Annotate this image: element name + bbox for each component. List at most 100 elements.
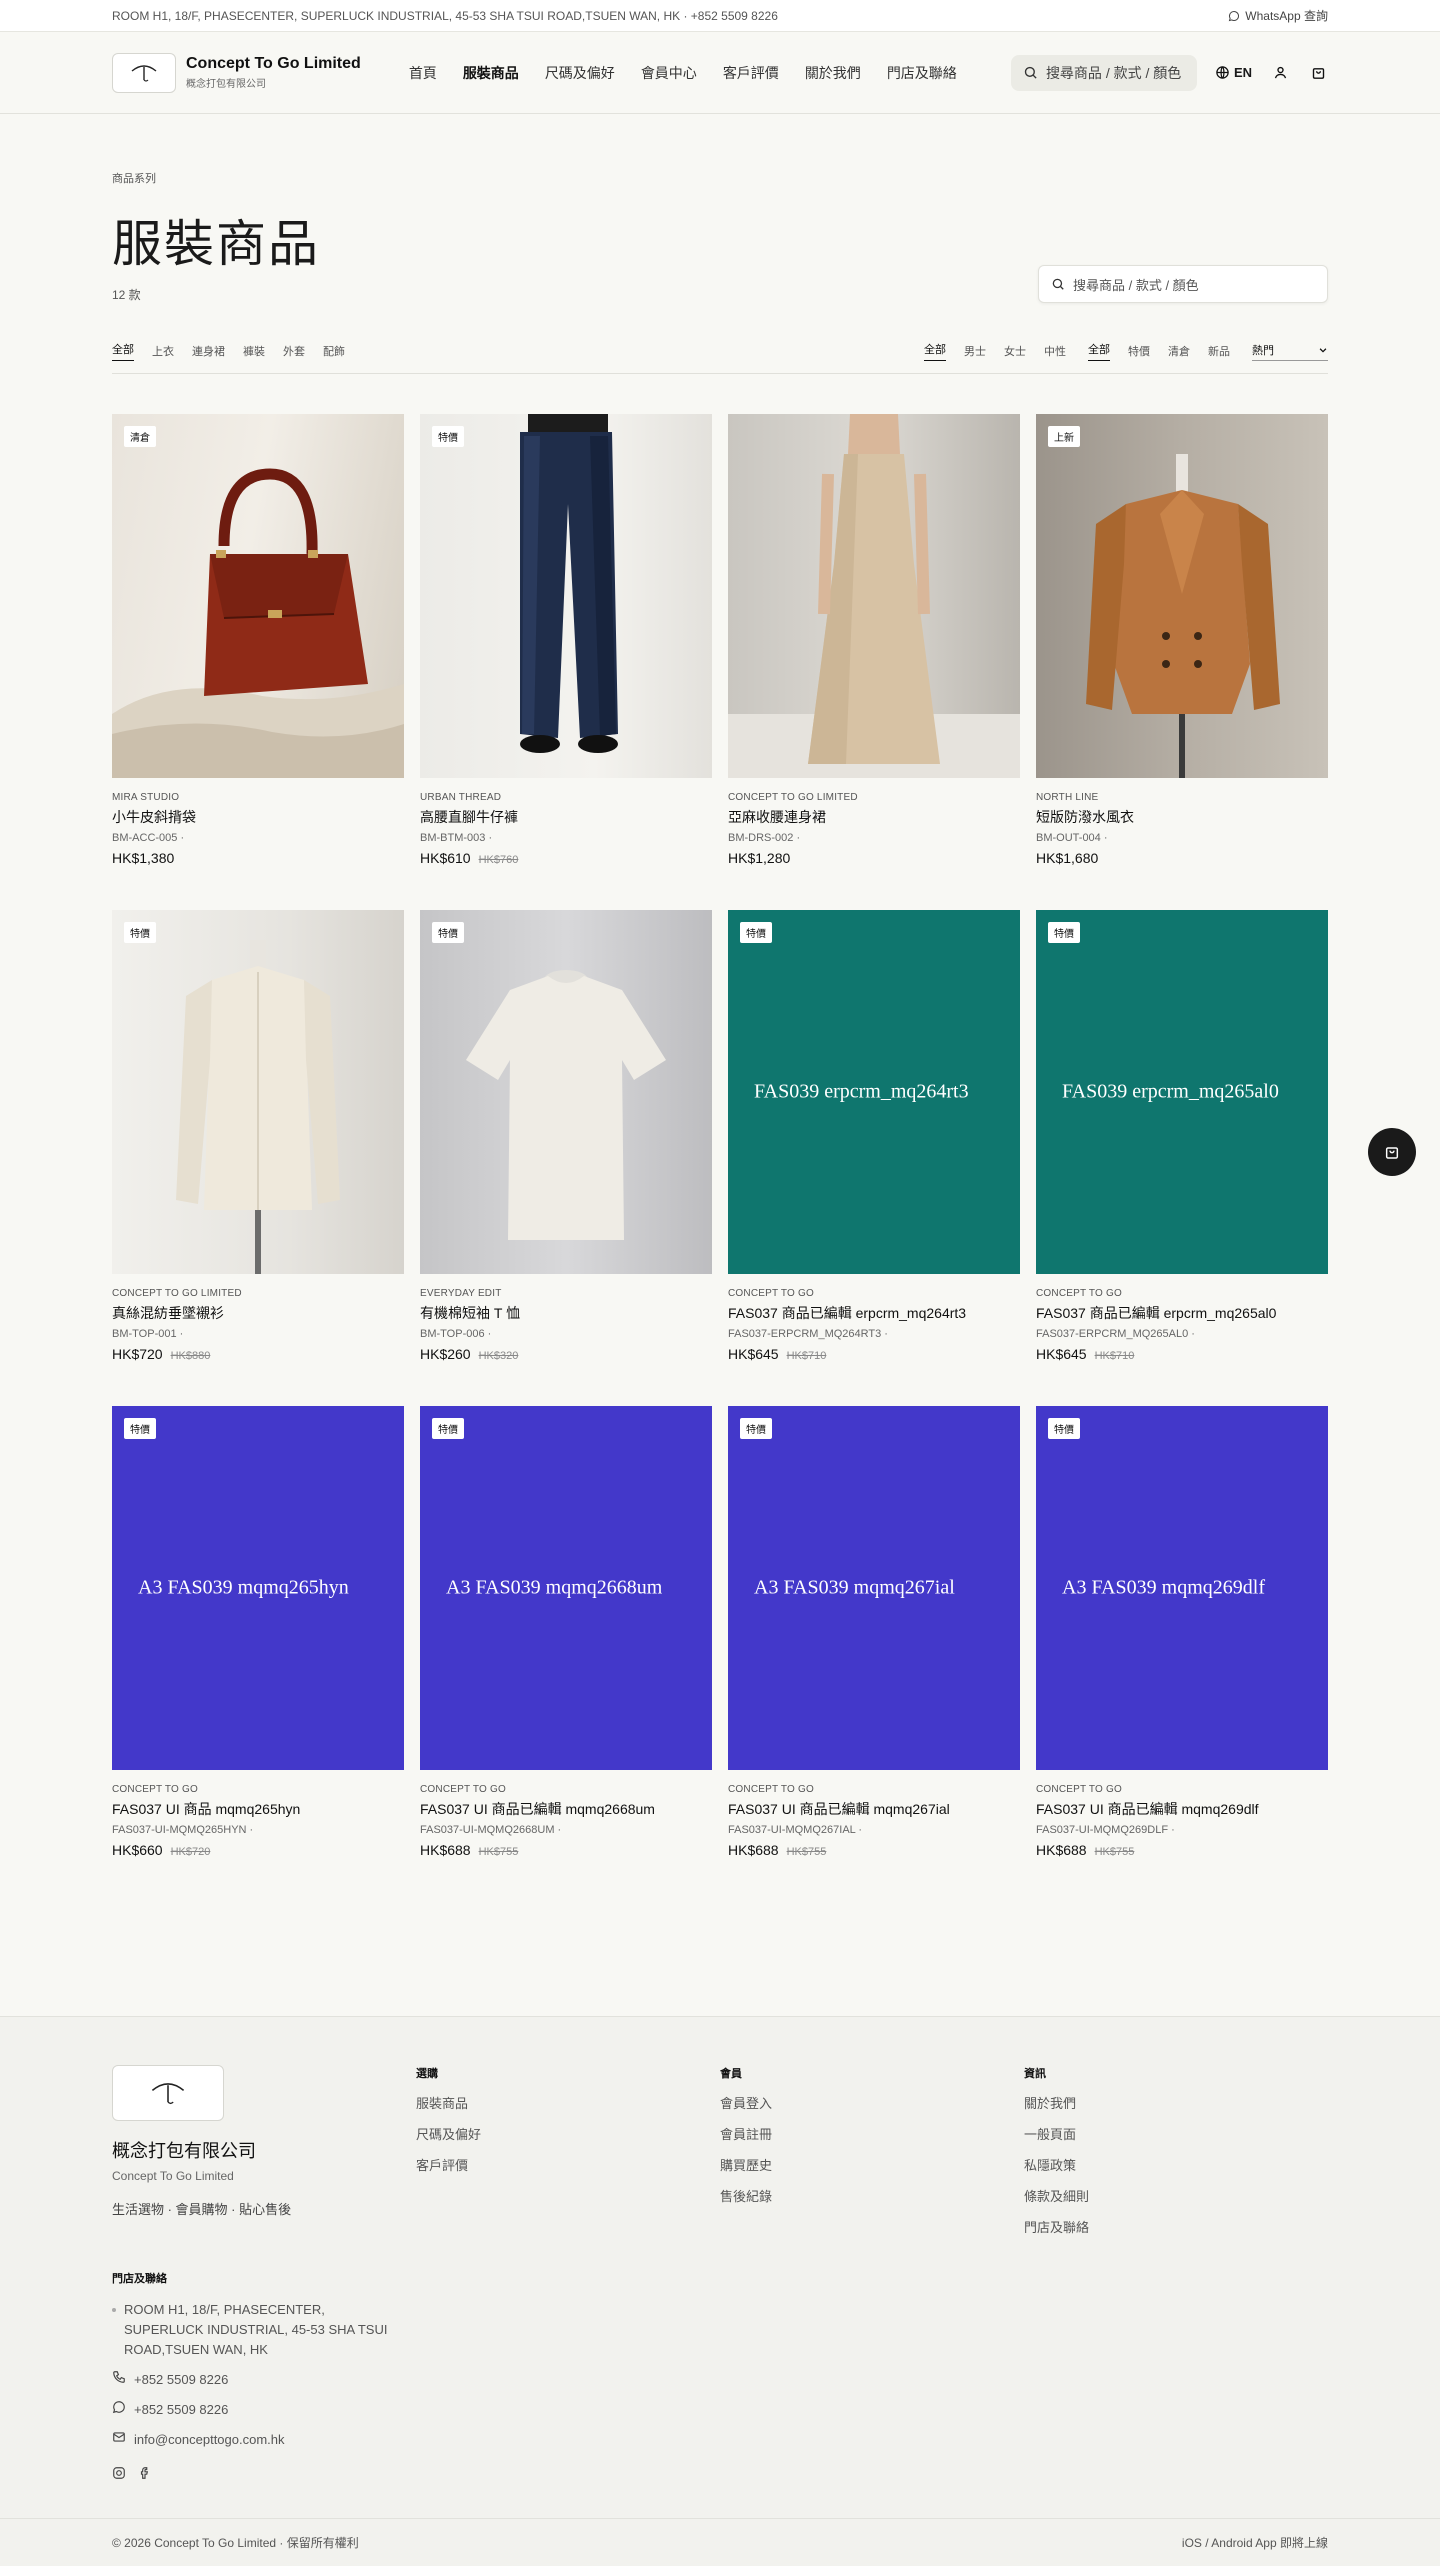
filter-tag-all[interactable]: 全部 [1088,341,1110,361]
product-price: HK$1,380 [112,850,175,866]
product-image-placeholder[interactable]: 特價 A3 FAS039 mqmq267ial [728,1406,1020,1770]
product-image[interactable]: 上新 [1036,414,1328,778]
footer-link-store-contact[interactable]: 門店及聯絡 [1024,2217,1328,2236]
footer-email[interactable]: info@concepttogo.com.hk [112,2430,1328,2450]
cart-button[interactable] [1308,63,1328,83]
brand-name: Concept To Go Limited [186,55,361,72]
nav-member-center[interactable]: 會員中心 [641,63,697,83]
language-switch[interactable]: EN [1215,65,1252,80]
nav-about[interactable]: 關於我們 [805,63,861,83]
footer-link-products[interactable]: 服裝商品 [416,2093,720,2112]
product-card[interactable]: 上新 NORTH LINE 短版防潑水風衣 BM-OUT-004 · HK$1,… [1036,414,1328,866]
facebook-icon[interactable] [138,2466,152,2480]
product-card[interactable]: 特價 A3 FAS039 mqmq265hyn CONCEPT TO GO FA… [112,1406,404,1858]
footer-link-size-preferences[interactable]: 尺碼及偏好 [416,2124,720,2143]
product-card[interactable]: 特價 A3 FAS039 mqmq2668um CONCEPT TO GO FA… [420,1406,712,1858]
filter-tag-sale[interactable]: 特價 [1128,343,1150,359]
product-name[interactable]: 亞麻收腰連身裙 [728,807,1020,827]
product-card[interactable]: 特價 A3 FAS039 mqmq269dlf CONCEPT TO GO FA… [1036,1406,1328,1858]
jeans-image [520,414,618,753]
filter-gender-men[interactable]: 男士 [964,343,986,359]
product-image-placeholder[interactable]: 特價 A3 FAS039 mqmq2668um [420,1406,712,1770]
product-image[interactable]: 特價 [420,414,712,778]
copyright: © 2026 Concept To Go Limited · 保留所有權利 [112,2536,359,2550]
product-brand: MIRA STUDIO [112,792,180,803]
header-search-input[interactable]: 搜尋商品 / 款式 / 顏色 [1010,54,1197,91]
product-card[interactable]: 清倉 MIRA STUDIO 小牛皮斜揹袋 BM-ACC-005 · HK$1,… [112,414,404,866]
sort-select[interactable]: 熱門 [1252,342,1328,361]
nav-reviews[interactable]: 客戶評價 [723,63,779,83]
store-address-line: ROOM H1, 18/F, PHASECENTER, SUPERLUCK IN… [112,8,778,23]
product-name[interactable]: 真絲混紡垂墜襯衫 [112,1303,404,1323]
brand-home-link[interactable]: Concept To Go Limited 概念打包有限公司 [112,52,361,93]
filter-category-dresses[interactable]: 連身裙 [192,343,225,359]
product-badge: 特價 [124,922,156,943]
footer-phone[interactable]: +852 5509 8226 [112,2370,1328,2390]
product-card[interactable]: 特價 A3 FAS039 mqmq267ial CONCEPT TO GO FA… [728,1406,1020,1858]
whatsapp-link[interactable]: WhatsApp 查詢 [1228,7,1328,24]
instagram-icon[interactable] [112,2466,126,2480]
footer-link-register[interactable]: 會員註冊 [720,2124,1024,2143]
product-name[interactable]: 有機棉短袖 T 恤 [420,1303,712,1323]
product-image-placeholder[interactable]: 特價 FAS039 erpcrm_mq265al0 [1036,910,1328,1274]
product-name[interactable]: 小牛皮斜揹袋 [112,807,404,827]
filter-gender-women[interactable]: 女士 [1004,343,1026,359]
nav-size-preferences[interactable]: 尺碼及偏好 [545,63,615,83]
footer-whatsapp[interactable]: +852 5509 8226 [112,2400,1328,2420]
product-price: HK$645 [1036,1346,1087,1362]
filter-category-pants[interactable]: 褲裝 [243,343,265,359]
product-old-price: HK$720 [170,1846,211,1858]
filter-category-accessories[interactable]: 配飾 [323,343,345,359]
product-name[interactable]: 高腰直腳牛仔褲 [420,807,712,827]
floating-cart-button[interactable] [1368,1128,1416,1176]
product-image[interactable]: 特價 [112,910,404,1274]
product-image[interactable]: 特價 [420,910,712,1274]
filter-category-all[interactable]: 全部 [112,341,134,361]
nav-home[interactable]: 首頁 [409,63,437,83]
footer-link-about[interactable]: 關於我們 [1024,2093,1328,2112]
product-name[interactable]: FAS037 UI 商品已編輯 mqmq267ial [728,1799,1020,1819]
product-name[interactable]: FAS037 UI 商品已編輯 mqmq269dlf [1036,1799,1328,1819]
product-name[interactable]: FAS037 商品已編輯 erpcrm_mq265al0 [1036,1303,1328,1323]
account-button[interactable] [1270,63,1290,83]
nav-store-contact[interactable]: 門店及聯絡 [887,63,957,83]
product-name[interactable]: FAS037 UI 商品 mqmq265hyn [112,1799,404,1819]
nav-products[interactable]: 服裝商品 [463,63,519,83]
product-name[interactable]: FAS037 UI 商品已編輯 mqmq2668um [420,1799,712,1819]
filter-category-tops[interactable]: 上衣 [152,343,174,359]
footer-info-column: 資訊 關於我們 一般頁面 私隱政策 條款及細則 門店及聯絡 [1024,2065,1328,2236]
product-card[interactable]: CONCEPT TO GO LIMITED 亞麻收腰連身裙 BM-DRS-002… [728,414,1020,866]
product-image[interactable] [728,414,1020,778]
product-image-placeholder[interactable]: 特價 FAS039 erpcrm_mq264rt3 [728,910,1020,1274]
product-image-placeholder[interactable]: 特價 A3 FAS039 mqmq265hyn [112,1406,404,1770]
product-sku: BM-ACC-005 · [112,832,185,844]
footer-link-after-sales[interactable]: 售後紀錄 [720,2186,1024,2205]
filter-gender-all[interactable]: 全部 [924,341,946,361]
footer-link-login[interactable]: 會員登入 [720,2093,1024,2112]
footer-link-general-pages[interactable]: 一般頁面 [1024,2124,1328,2143]
product-card[interactable]: 特價 EVERYDAY EDIT 有機棉短袖 T 恤 BM-TOP-006 · … [420,910,712,1362]
product-search-input[interactable]: 搜尋商品 / 款式 / 顏色 [1038,265,1328,303]
product-price-row: HK$660 HK$720 [112,1842,404,1858]
footer-link-privacy[interactable]: 私隱政策 [1024,2155,1328,2174]
product-image[interactable]: 清倉 [112,414,404,778]
filter-tag-new[interactable]: 新品 [1208,343,1230,359]
filter-gender-unisex[interactable]: 中性 [1044,343,1066,359]
product-name[interactable]: FAS037 商品已編輯 erpcrm_mq264rt3 [728,1303,1020,1323]
product-image-placeholder[interactable]: 特價 A3 FAS039 mqmq269dlf [1036,1406,1328,1770]
product-price-row: HK$1,380 [112,850,404,866]
footer-link-terms[interactable]: 條款及細則 [1024,2186,1328,2205]
footer-link-reviews[interactable]: 客戶評價 [416,2155,720,2174]
footer-link-order-history[interactable]: 購買歷史 [720,2155,1024,2174]
product-card[interactable]: 特價 FAS039 erpcrm_mq264rt3 CONCEPT TO GO … [728,910,1020,1362]
mail-icon [113,2432,125,2442]
product-name[interactable]: 短版防潑水風衣 [1036,807,1328,827]
footer-logo[interactable] [112,2065,224,2121]
product-card[interactable]: 特價 CONCEPT TO GO LIMITED 真絲混紡垂墜襯衫 BM-TOP… [112,910,404,1362]
product-card[interactable]: 特價 URBAN THREAD 高腰直腳牛仔褲 BM-BTM-003 · HK$… [420,414,712,866]
filter-tag-clearance[interactable]: 清倉 [1168,343,1190,359]
product-card[interactable]: 特價 FAS039 erpcrm_mq265al0 CONCEPT TO GO … [1036,910,1328,1362]
product-sku: FAS037-ERPCRM_MQ264RT3 · [728,1328,888,1340]
filter-category-outerwear[interactable]: 外套 [283,343,305,359]
site-footer: 概念打包有限公司 Concept To Go Limited 生活選物 · 會員… [0,2016,1440,2566]
